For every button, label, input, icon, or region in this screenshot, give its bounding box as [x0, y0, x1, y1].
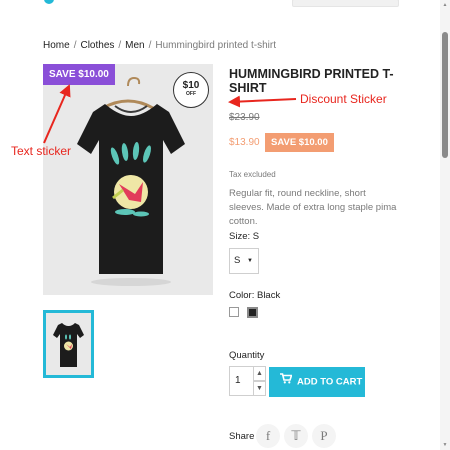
- breadcrumb-separator: /: [148, 40, 152, 51]
- size-select-value: S: [234, 255, 241, 266]
- search-input[interactable]: [292, 0, 399, 7]
- breadcrumb-separator: /: [73, 40, 77, 51]
- share-label: Share: [229, 431, 255, 442]
- scrollbar-thumb[interactable]: [442, 32, 448, 158]
- facebook-icon[interactable]: f: [256, 424, 280, 448]
- caret-down-icon: ▼: [247, 258, 253, 264]
- scroll-down-icon[interactable]: ▼: [440, 442, 450, 448]
- discount-badge: SAVE $10.00: [265, 133, 334, 152]
- product-title: Hummingbird printed t-shirt: [229, 67, 394, 95]
- product-thumbnail[interactable]: [43, 310, 94, 378]
- discount-sticker-amount: $10: [182, 80, 200, 91]
- scroll-up-icon[interactable]: ▲: [440, 2, 450, 8]
- color-label: Color: Black: [229, 290, 281, 301]
- chevron-down-icon: ▼: [256, 385, 263, 392]
- new-price: $13.90: [229, 137, 260, 148]
- breadcrumb: Home / Clothes / Men / Hummingbird printed t-s…: [43, 40, 276, 51]
- color-swatch-black[interactable]: [247, 307, 258, 318]
- scrollbar[interactable]: ▲ ▼: [440, 0, 450, 450]
- breadcrumb-clothes[interactable]: Clothes: [80, 40, 114, 51]
- add-to-cart-button[interactable]: ADD TO CART: [269, 367, 365, 397]
- x-icon[interactable]: 𝕋: [284, 424, 308, 448]
- size-label: Size: S: [229, 231, 260, 242]
- site-logo[interactable]: [44, 0, 54, 4]
- quantity-input[interactable]: 1: [229, 366, 253, 396]
- product-description: Regular fit, round neckline, short sleev…: [229, 188, 397, 227]
- quantity-increase-button[interactable]: ▲: [253, 366, 266, 381]
- cart-icon: [280, 367, 293, 397]
- breadcrumb-current: Hummingbird printed t-shirt: [155, 40, 276, 51]
- breadcrumb-home[interactable]: Home: [43, 40, 70, 51]
- quantity-decrease-button[interactable]: ▼: [253, 381, 266, 396]
- color-swatch-white[interactable]: [229, 307, 239, 317]
- breadcrumb-men[interactable]: Men: [125, 40, 144, 51]
- quantity-label: Quantity: [229, 350, 265, 361]
- tax-note: Tax excluded: [229, 170, 276, 179]
- discount-sticker-word: OFF: [186, 91, 196, 97]
- old-price: $23.90: [229, 112, 260, 123]
- tshirt-thumbnail-image: [46, 313, 91, 375]
- text-sticker: SAVE $10.00: [43, 64, 115, 85]
- breadcrumb-separator: /: [118, 40, 122, 51]
- pinterest-icon[interactable]: P: [312, 424, 336, 448]
- product-main-image[interactable]: SAVE $10.00 $10 OFF: [43, 64, 213, 295]
- size-select[interactable]: S ▼: [229, 248, 259, 274]
- add-to-cart-label: ADD TO CART: [297, 376, 363, 388]
- chevron-up-icon: ▲: [256, 370, 263, 377]
- discount-sticker: $10 OFF: [173, 72, 209, 108]
- text-sticker-annotation: Text sticker: [11, 144, 72, 158]
